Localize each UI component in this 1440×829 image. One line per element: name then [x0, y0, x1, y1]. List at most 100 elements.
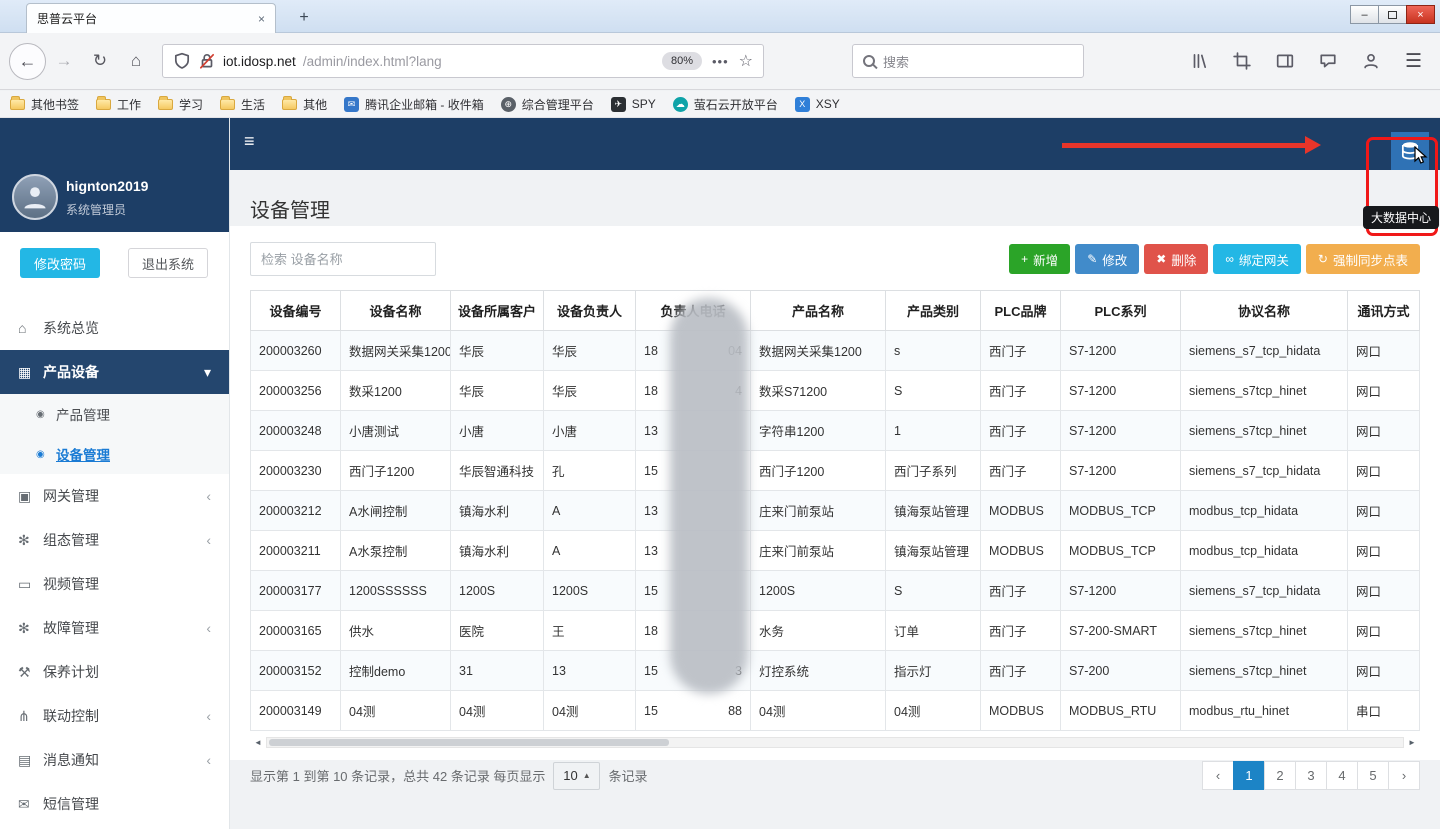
- page-button[interactable]: 2: [1264, 761, 1296, 790]
- table-row[interactable]: 200003230 西门子1200 华辰智通科技 孔 15 西门子1200 西门…: [251, 451, 1420, 491]
- zoom-badge[interactable]: 80%: [662, 52, 702, 70]
- action-button[interactable]: + 新增: [1009, 244, 1070, 274]
- cell-device-name: A水泵控制: [341, 531, 451, 571]
- home-button[interactable]: ⌂: [118, 51, 154, 71]
- sidebar-menu-item[interactable]: ✉ 短信管理: [0, 782, 229, 826]
- table-header-cell[interactable]: 设备编号: [251, 291, 341, 331]
- sidebar-menu-item[interactable]: ▤ 消息通知 ‹: [0, 738, 229, 782]
- cell-owner: 孔: [544, 451, 636, 491]
- sidebar-menu-item[interactable]: ▦ 产品设备 ▾: [0, 350, 229, 394]
- scrollbar-track[interactable]: [266, 737, 1404, 748]
- action-button[interactable]: ∞ 绑定网关: [1213, 244, 1301, 274]
- cell-device-id: 200003256: [251, 371, 341, 411]
- logout-button[interactable]: 退出系统: [128, 248, 208, 278]
- library-icon[interactable]: [1190, 52, 1208, 70]
- cell-category: S: [886, 571, 981, 611]
- page-actions-icon[interactable]: •••: [709, 54, 732, 69]
- table-header-cell[interactable]: 产品类别: [886, 291, 981, 331]
- page-button[interactable]: 4: [1326, 761, 1358, 790]
- refresh-button[interactable]: ↻: [82, 51, 118, 71]
- sidebar-menu-item[interactable]: ⋔ 联动控制 ‹: [0, 694, 229, 738]
- table-header-cell[interactable]: 产品名称: [751, 291, 886, 331]
- scroll-left-icon[interactable]: ◄: [250, 738, 266, 747]
- page-button[interactable]: ‹: [1202, 761, 1234, 790]
- bookmark-item[interactable]: ☁ 萤石云开放平台: [673, 96, 778, 113]
- page-button[interactable]: ›: [1388, 761, 1420, 790]
- cell-owner: 13: [544, 651, 636, 691]
- table-header-cell[interactable]: PLC品牌: [981, 291, 1061, 331]
- insecure-lock-icon[interactable]: [198, 52, 216, 70]
- action-button-icon: ↻: [1318, 252, 1328, 266]
- maximize-button[interactable]: [1378, 5, 1407, 24]
- avatar[interactable]: [12, 174, 58, 220]
- sidebar-menu-item[interactable]: ✻ 故障管理 ‹: [0, 606, 229, 650]
- bookmark-item[interactable]: 生活: [220, 96, 265, 113]
- browser-tab[interactable]: 思普云平台 ×: [26, 3, 276, 33]
- device-search-input[interactable]: [250, 242, 436, 276]
- scrollbar-thumb[interactable]: [269, 739, 669, 746]
- sidebar-menu-item[interactable]: ◉ 产品管理: [0, 394, 229, 434]
- scroll-right-icon[interactable]: ►: [1404, 738, 1420, 747]
- table-header-cell[interactable]: 协议名称: [1181, 291, 1348, 331]
- bookmark-label: 其他书签: [31, 96, 79, 113]
- page-button[interactable]: 5: [1357, 761, 1389, 790]
- close-button[interactable]: ×: [1406, 5, 1435, 24]
- table-header-cell[interactable]: 设备名称: [341, 291, 451, 331]
- sidebar-menu-item[interactable]: ⌂ 系统总览: [0, 306, 229, 350]
- table-row[interactable]: 200003165 供水 医院 王 18 水务 订单 西门子 S7-200-SM…: [251, 611, 1420, 651]
- bookmark-star-icon[interactable]: ☆: [739, 51, 753, 71]
- cell-device-name: 04测: [341, 691, 451, 731]
- bookmark-item[interactable]: ✉ 腾讯企业邮箱 - 收件箱: [344, 96, 484, 113]
- action-button[interactable]: ✖ 删除: [1144, 244, 1208, 274]
- new-tab-button[interactable]: +: [292, 7, 316, 29]
- table-header-cell[interactable]: PLC系列: [1061, 291, 1181, 331]
- page-button[interactable]: 3: [1295, 761, 1327, 790]
- cell-protocol: siemens_s7_tcp_hidata: [1181, 451, 1348, 491]
- sidebar-menu-item[interactable]: ✻ 组态管理 ‹: [0, 518, 229, 562]
- sidebar-menu-item[interactable]: ◉ 设备管理: [0, 434, 229, 474]
- shield-icon[interactable]: [173, 52, 191, 70]
- annotation-arrow: [1062, 143, 1306, 148]
- table-row[interactable]: 200003260 数据网关采集1200 华辰 华辰 1804 数据网关采集12…: [251, 331, 1420, 371]
- bookmark-item[interactable]: 其他: [282, 96, 327, 113]
- table-row[interactable]: 200003256 数采1200 华辰 华辰 184 数采S71200 S 西门…: [251, 371, 1420, 411]
- table-header-cell[interactable]: 通讯方式: [1348, 291, 1420, 331]
- bookmark-item[interactable]: X XSY: [795, 97, 840, 112]
- action-button[interactable]: ✎ 修改: [1075, 244, 1139, 274]
- horizontal-scrollbar[interactable]: ◄ ►: [250, 735, 1420, 749]
- bookmark-item[interactable]: ⊕ 综合管理平台: [501, 96, 594, 113]
- sidebar-menu-item[interactable]: ⚒ 保养计划: [0, 650, 229, 694]
- tab-close-icon[interactable]: ×: [258, 12, 265, 26]
- table-row[interactable]: 200003211 A水泵控制 镇海水利 A 13 庄来门前泵站 镇海泵站管理 …: [251, 531, 1420, 571]
- table-row[interactable]: 200003149 04测 04测 04测 1588 04测 04测 MODBU…: [251, 691, 1420, 731]
- change-password-button[interactable]: 修改密码: [20, 248, 100, 278]
- forward-button[interactable]: →: [46, 51, 82, 71]
- table-row[interactable]: 200003152 控制demo 31 13 153 灯控系统 指示灯 西门子 …: [251, 651, 1420, 691]
- sidebar-collapse-icon[interactable]: ≡: [244, 131, 255, 152]
- back-button[interactable]: ←: [9, 43, 46, 80]
- app-menu-icon[interactable]: ☰: [1405, 50, 1422, 73]
- bookmark-item[interactable]: 学习: [158, 96, 203, 113]
- table-row[interactable]: 200003248 小唐测试 小唐 小唐 13 字符串1200 1 西门子 S7…: [251, 411, 1420, 451]
- cell-category: 镇海泵站管理: [886, 531, 981, 571]
- table-header-cell[interactable]: 设备负责人: [544, 291, 636, 331]
- sidebar-menu-item[interactable]: ▭ 视频管理: [0, 562, 229, 606]
- minimize-button[interactable]: –: [1350, 5, 1379, 24]
- account-icon[interactable]: [1362, 52, 1380, 70]
- crop-icon[interactable]: [1233, 52, 1251, 70]
- action-button[interactable]: ↻ 强制同步点表: [1306, 244, 1420, 274]
- browser-search[interactable]: 搜索: [852, 44, 1084, 78]
- table-row[interactable]: 200003212 A水闸控制 镇海水利 A 13 庄来门前泵站 镇海泵站管理 …: [251, 491, 1420, 531]
- bookmark-item[interactable]: ✈ SPY: [611, 97, 656, 112]
- table-header-cell[interactable]: 设备所属客户: [451, 291, 544, 331]
- bookmark-item[interactable]: 工作: [96, 96, 141, 113]
- sidebar-toggle-icon[interactable]: [1276, 52, 1294, 70]
- table-row[interactable]: 200003177 1200SSSSSS 1200S 1200S 15 1200…: [251, 571, 1420, 611]
- page-button[interactable]: 1: [1233, 761, 1265, 790]
- url-bar[interactable]: iot.idosp.net /admin/index.html?lang 80%…: [162, 44, 764, 78]
- message-bubble-icon[interactable]: [1319, 52, 1337, 70]
- bookmark-item[interactable]: 其他书签: [10, 96, 79, 113]
- sidebar-menu-item[interactable]: ▣ 网关管理 ‹: [0, 474, 229, 518]
- cell-product: 庄来门前泵站: [751, 531, 886, 571]
- page-size-select[interactable]: 10 ▲: [553, 762, 600, 790]
